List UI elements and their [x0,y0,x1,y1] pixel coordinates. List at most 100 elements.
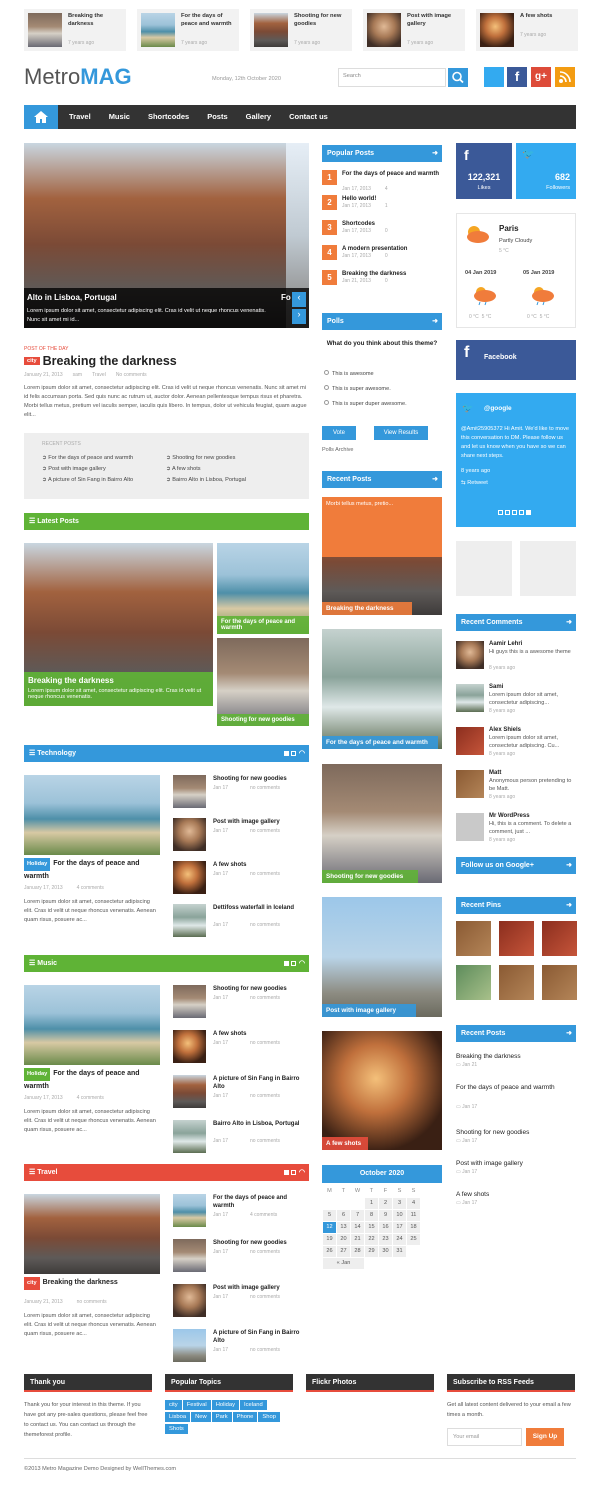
email-input[interactable]: Your email [447,1428,522,1446]
grid-view-icon[interactable] [283,960,289,966]
recent-post-link[interactable]: ➲ A picture of Sin Fang in Bairro Alto [42,477,133,483]
technology-header-title[interactable]: Technology [37,750,76,757]
post-thumb[interactable] [173,861,206,894]
pin-thumb[interactable] [456,921,491,956]
potd-title[interactable]: Breaking the darkness [43,354,177,368]
post-comments[interactable]: no comments [77,1299,107,1305]
post-comments[interactable]: 4 comments [77,885,104,891]
post-title[interactable]: Post with image gallery [213,1284,309,1292]
nav-travel[interactable]: Travel [69,112,91,121]
calendar-day[interactable]: 1 [364,1196,379,1210]
post-title[interactable]: Post with image gallery [213,818,309,826]
post-comments[interactable]: no comments [250,995,280,1001]
nav-shortcodes[interactable]: Shortcodes [148,112,189,121]
top-strip-title[interactable]: A few shots [520,13,576,21]
post-comments[interactable]: no comments [250,922,280,928]
calendar-day[interactable]: 30 [378,1244,393,1258]
recent-post-tile[interactable]: Post with image gallery [322,897,442,1017]
rss-icon[interactable]: ◠ [299,960,305,967]
calendar-day[interactable]: 23 [378,1232,393,1246]
recent-post-link[interactable]: ➲ Post with image gallery [42,466,106,472]
logo[interactable]: MetroMAG [24,64,132,90]
music-tag[interactable]: Holiday [24,1068,51,1081]
comment-text[interactable]: Hi guys this is a awesome theme [489,649,575,657]
search-button[interactable] [448,68,468,87]
top-strip-title[interactable]: Post with image gallery [407,13,463,28]
top-strip-item[interactable]: A few shots 7 years ago [476,9,578,51]
popular-item[interactable]: 4 A modern presentation Jan 17, 2013 0 [322,245,442,267]
calendar-day[interactable]: 20 [336,1232,351,1246]
calendar-day[interactable]: 27 [336,1244,351,1258]
popular-item[interactable]: 1 For the days of peace and warmth Jan 17,… [322,170,442,192]
post-thumb[interactable] [173,1329,206,1362]
post-title[interactable]: Shooting for new goodies [213,985,309,993]
calendar-day[interactable]: 15 [364,1220,379,1234]
comment-author[interactable]: Sami [489,684,503,690]
post-thumb[interactable] [173,1075,206,1108]
ad-placeholder-right[interactable] [520,541,576,596]
post-comments[interactable]: no comments [250,1138,280,1144]
calendar-day[interactable]: 13 [336,1220,351,1234]
calendar-day[interactable]: 24 [392,1232,407,1246]
top-strip-title[interactable]: Shooting for new goodies [294,13,350,28]
recent-post-tile-title[interactable]: A few shots [322,1137,368,1150]
list-view-icon[interactable] [290,750,296,756]
calendar-day[interactable]: 17 [392,1220,407,1234]
radio-button[interactable] [324,385,329,390]
latest-side1-image[interactable]: For the days of peace and warmth [217,543,309,634]
recent-post-right-title[interactable]: Shooting for new goodies [456,1127,576,1138]
nav-music[interactable]: Music [109,112,130,121]
list-view-icon[interactable] [290,1169,296,1175]
grid-view-icon[interactable] [283,750,289,756]
music-header-title[interactable]: Music [37,960,57,967]
technology-tag[interactable]: Holiday [24,858,51,871]
facebook-page-box[interactable]: f Facebook [456,340,576,380]
poll-option[interactable]: This is super awesome. [324,385,444,392]
recent-post-right-title[interactable]: For the days of peace and warmth [456,1082,576,1093]
arrow-right-icon[interactable]: ➜ [432,145,438,162]
calendar-day[interactable]: 16 [378,1220,393,1234]
calendar-day[interactable]: 28 [350,1244,365,1258]
calendar-day[interactable]: 2 [378,1196,393,1210]
rss-icon[interactable] [555,67,575,87]
topic-tag[interactable]: Festival [182,1400,211,1410]
potd-tag[interactable]: city [24,357,40,365]
popular-item[interactable]: 2 Hello world! Jan 17, 2013 1 [322,195,442,217]
post-thumb[interactable] [173,1030,206,1063]
top-strip-item[interactable]: For the days of peace and warmth 7 years … [137,9,239,51]
comment-text[interactable]: Hi, this is a comment. To delete a comme… [489,821,575,836]
comment-text[interactable]: Lorem ipsum dolor sit amet, consectetur … [489,692,575,707]
calendar-day[interactable]: 26 [322,1244,337,1258]
latest-header-title[interactable]: Latest Posts [37,518,79,525]
potd-comments[interactable]: No comments [116,372,147,378]
arrow-right-icon[interactable]: ➜ [566,897,572,914]
recent-post-right-title[interactable]: A few shots [456,1189,576,1200]
slider-next-button[interactable]: › [292,309,306,324]
topic-tag[interactable]: Iceland [240,1400,267,1410]
polls-archive-link[interactable]: Polls Archive [322,447,354,453]
topic-tag[interactable]: Lisboa [165,1412,191,1422]
popular-title[interactable]: For the days of peace and warmth [342,170,442,178]
topic-tag[interactable]: New [191,1412,211,1422]
slider-caption-title[interactable]: Alto in Lisboa, Portugal [27,293,117,302]
post-title[interactable]: Shooting for new goodies [213,1239,309,1247]
post-comments[interactable]: no comments [250,1249,280,1255]
travel-main-title[interactable]: Breaking the darkness [43,1279,118,1286]
post-comments[interactable]: 4 comments [250,1212,277,1218]
post-comments[interactable]: no comments [250,871,280,877]
slider-prev-button[interactable]: ‹ [292,292,306,307]
topic-tag[interactable]: Phone [232,1412,258,1422]
calendar-day[interactable]: 10 [392,1208,407,1222]
calendar-day[interactable]: 31 [392,1244,407,1258]
popular-title[interactable]: A modern presentation [342,245,442,253]
pin-thumb[interactable] [456,965,491,1000]
rss-icon[interactable]: ◠ [299,750,305,757]
latest-main-image[interactable]: Breaking the darkness Lorem ipsum dolor s… [24,543,213,706]
post-title[interactable]: Shooting for new goodies [213,775,309,783]
search-input[interactable]: Search [338,68,446,87]
calendar-prev-month[interactable]: « Jan [322,1256,365,1270]
post-thumb[interactable] [173,1120,206,1153]
comment-author[interactable]: Aamir Lehri [489,641,522,647]
calendar-day[interactable]: 22 [364,1232,379,1246]
technology-main-image[interactable] [24,775,160,855]
